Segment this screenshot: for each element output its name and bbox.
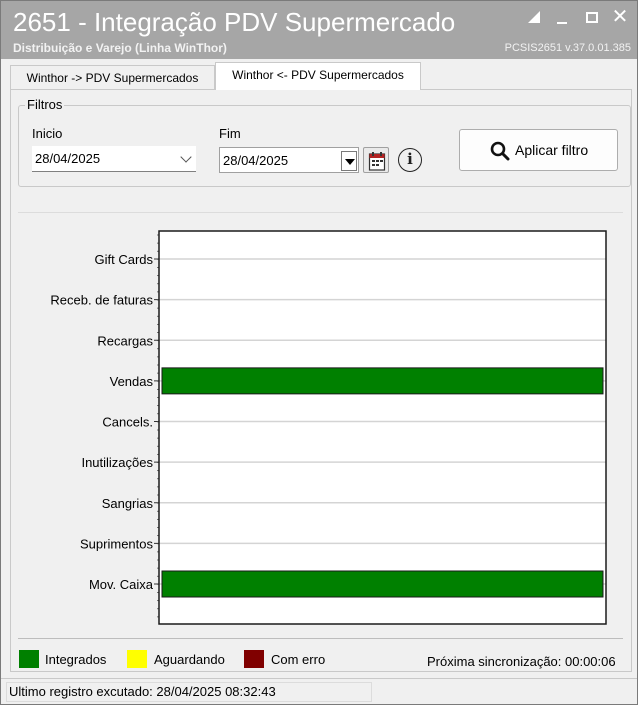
status-chart: Gift Cards Receb. de faturas Recargas Venda…	[50, 230, 607, 625]
legend-label-com-erro: Com erro	[271, 652, 326, 667]
category-label-recargas: Recargas	[97, 333, 153, 348]
version-label: PCSIS2651 v.37.0.01.385	[504, 42, 631, 54]
category-label-inutilizacoes: Inutilizações	[81, 455, 153, 470]
end-date-dropdown-button[interactable]	[341, 151, 357, 171]
info-icon[interactable]: i	[398, 148, 422, 172]
restore-icon[interactable]	[523, 7, 545, 27]
start-date-label: Inicio	[32, 126, 63, 141]
category-label-receb-de-faturas: Receb. de faturas	[50, 293, 153, 308]
next-sync-label: Próxima sincronização: 00:00:06	[427, 654, 616, 669]
category-label-vendas: Vendas	[110, 374, 154, 389]
category-label-cancels: Cancels.	[102, 415, 153, 430]
category-label-sangrias: Sangrias	[102, 496, 154, 511]
bar-integrados-mov-caixa	[161, 570, 604, 598]
end-date-field[interactable]: 28/04/2025	[219, 147, 359, 173]
close-icon[interactable]: ✕	[609, 7, 631, 27]
chart-area: Gift Cards Receb. de faturas Recargas Venda…	[18, 212, 623, 639]
search-icon	[490, 141, 510, 161]
end-date-label: Fim	[219, 126, 241, 141]
legend-swatch-com-erro	[244, 650, 264, 668]
bar-integrados-vendas	[161, 367, 604, 395]
apply-filter-button[interactable]: Aplicar filtro	[459, 129, 618, 171]
start-date-value: 28/04/2025	[35, 151, 101, 166]
calendar-button[interactable]	[363, 147, 389, 173]
filters-group-label: Filtros	[25, 97, 65, 112]
category-label-suprimentos: Suprimentos	[80, 536, 153, 551]
tab-pdv-to-winthor[interactable]: Winthor <- PDV Supermercados	[215, 62, 421, 90]
legend-label-aguardando: Aguardando	[154, 652, 225, 667]
chevron-down-icon[interactable]	[180, 151, 192, 163]
tab-winthor-to-pdv[interactable]: Winthor -> PDV Supermercados	[10, 65, 215, 90]
window-title: 2651 - Integração PDV Supermercado	[13, 7, 456, 37]
category-label-mov-caixa: Mov. Caixa	[89, 577, 154, 592]
plot-background	[159, 231, 606, 624]
maximize-icon[interactable]	[581, 7, 603, 27]
start-date-field[interactable]: 28/04/2025	[32, 146, 196, 172]
title-bar: 2651 - Integração PDV Supermercado Distr…	[1, 1, 637, 59]
status-text: Ultimo registro excutado: 28/04/2025 08:…	[9, 684, 276, 699]
legend-swatch-aguardando	[127, 650, 147, 668]
minimize-icon[interactable]	[551, 7, 573, 27]
window-subtitle: Distribuição e Varejo (Linha WinThor)	[13, 41, 227, 55]
category-label-gift-cards: Gift Cards	[94, 252, 153, 267]
legend-swatch-integrados	[19, 650, 39, 668]
status-bar: Ultimo registro excutado: 28/04/2025 08:…	[1, 678, 637, 704]
end-date-value: 28/04/2025	[223, 153, 289, 168]
apply-filter-label: Aplicar filtro	[515, 142, 589, 158]
legend-label-integrados: Integrados	[45, 652, 107, 667]
calendar-icon	[368, 152, 386, 171]
app-window: 2651 - Integração PDV Supermercado Distr…	[0, 0, 638, 705]
